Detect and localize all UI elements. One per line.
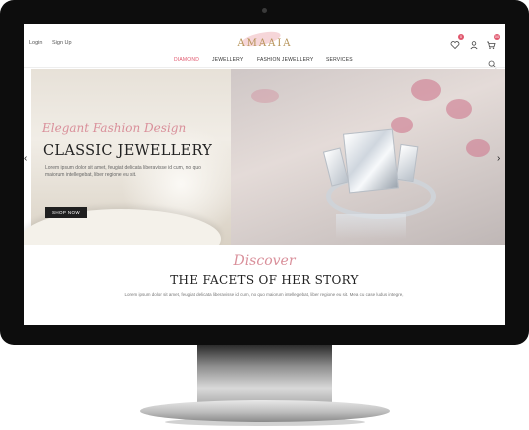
webcam — [262, 8, 267, 13]
blossom — [446, 99, 472, 119]
chevron-right-icon[interactable]: › — [497, 153, 500, 164]
hero-script-title: Elegant Fashion Design — [42, 121, 187, 135]
monitor-stand-neck — [197, 345, 332, 407]
cart-count-badge: 00 — [494, 34, 500, 40]
wishlist-count-badge: 0 — [458, 34, 464, 40]
blossom — [391, 117, 413, 133]
side-stone — [395, 143, 419, 183]
discover-description: Lorem ipsum dolor sit amet, feugiat deli… — [124, 292, 404, 297]
blossom — [251, 89, 279, 103]
monitor-bezel: Login Sign Up AMAAIA 0 00 DIAMOND JEWELL… — [0, 0, 529, 345]
hero-ring-image — [231, 69, 505, 245]
discover-title: THE FACETS OF HER STORY — [170, 273, 359, 287]
discover-script-heading: Discover — [233, 253, 296, 269]
login-link[interactable]: Login — [29, 40, 42, 46]
hero-description: Lorem ipsum dolor sit amet, feugiat deli… — [45, 165, 201, 178]
nav-item-diamond[interactable]: DIAMOND — [174, 57, 199, 63]
user-icon[interactable] — [469, 37, 479, 50]
header-divider — [24, 67, 505, 68]
nav-item-services[interactable]: SERVICES — [326, 57, 353, 63]
monitor-stand-base — [140, 400, 390, 422]
nav-item-fashion-jewellery[interactable]: FASHION JEWELLERY — [257, 57, 313, 63]
hero-title: CLASSIC JEWELLERY — [43, 143, 213, 159]
browser-screen: Login Sign Up AMAAIA 0 00 DIAMOND JEWELL… — [24, 24, 505, 325]
cart-icon[interactable]: 00 — [486, 34, 500, 49]
shop-now-button[interactable]: SHOP NOW — [45, 207, 87, 218]
diamond-stone — [343, 128, 399, 194]
signup-link[interactable]: Sign Up — [52, 40, 72, 46]
blossom — [466, 139, 490, 157]
heart-icon[interactable]: 0 — [450, 34, 464, 50]
ring-reflection — [336, 214, 406, 239]
blossom — [411, 79, 441, 101]
search-icon[interactable] — [488, 56, 497, 69]
site-logo[interactable]: AMAAIA — [229, 28, 301, 53]
nav-item-jewellery[interactable]: JEWELLERY — [212, 57, 243, 63]
logo-text: AMAAIA — [237, 38, 293, 49]
main-nav: DIAMOND JEWELLERY FASHION JEWELLERY SERV… — [24, 57, 505, 67]
chevron-left-icon[interactable]: ‹ — [24, 153, 27, 164]
hero-slider: Elegant Fashion Design CLASSIC JEWELLERY… — [24, 69, 505, 245]
